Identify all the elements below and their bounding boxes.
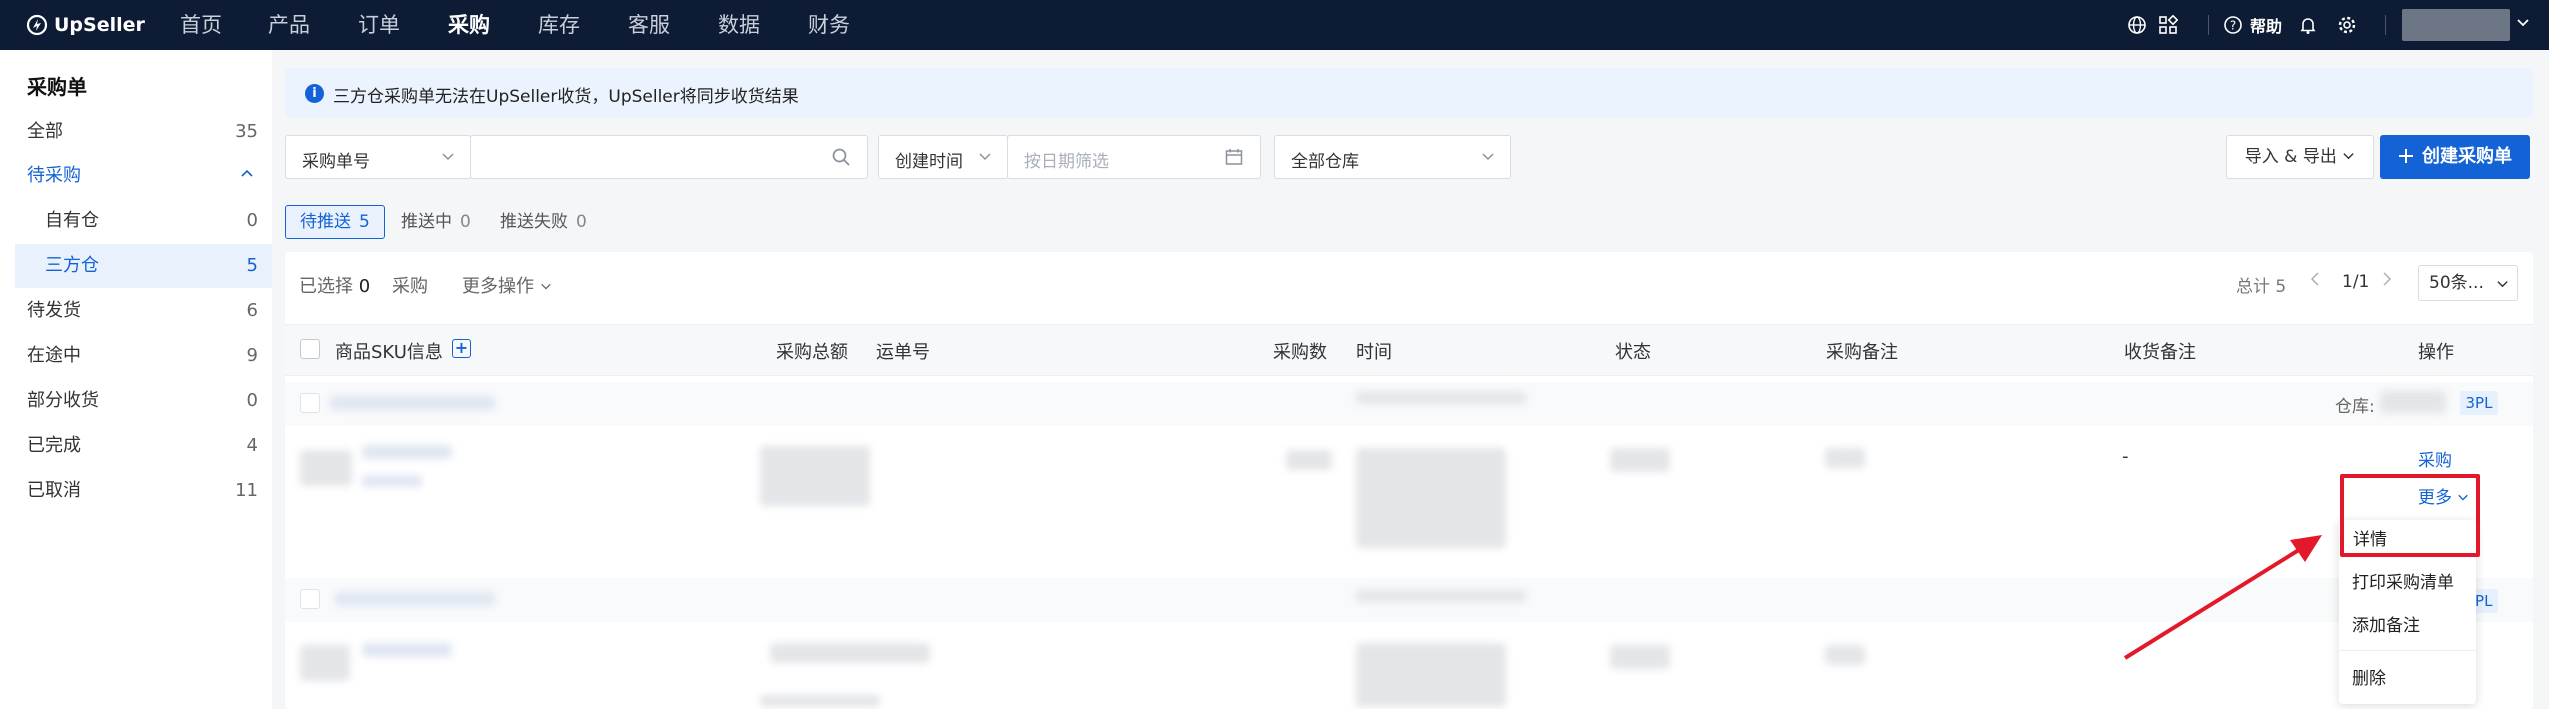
annotation-arrow-icon (2123, 535, 2322, 660)
